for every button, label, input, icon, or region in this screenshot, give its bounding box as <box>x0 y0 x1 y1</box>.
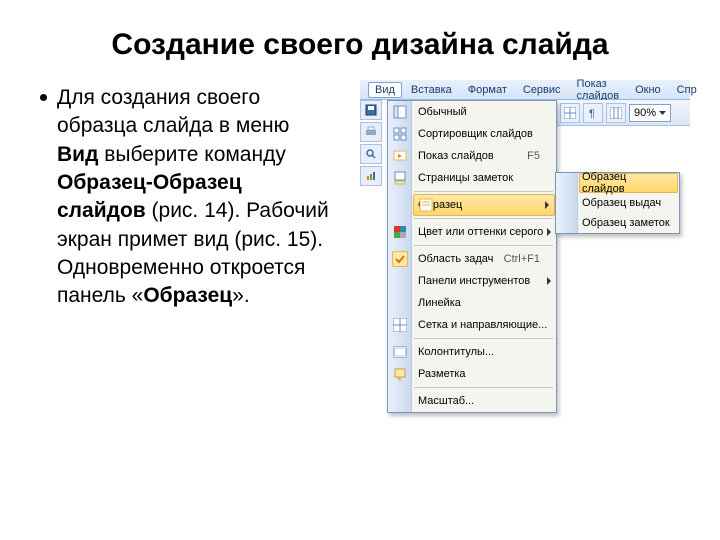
print-icon[interactable] <box>360 122 382 142</box>
menu-item[interactable]: Обычный <box>388 101 556 123</box>
menu-item[interactable]: Сортировщик слайдов <box>388 123 556 145</box>
menu-item-label: Колонтитулы... <box>418 346 494 358</box>
submenu-item-label: Образец слайдов <box>582 171 671 195</box>
submenu-item[interactable]: Образец слайдов <box>579 173 678 193</box>
headerfooter-icon <box>392 344 408 360</box>
bullet-paragraph: Для создания своего образца слайда в мен… <box>57 84 330 311</box>
submenu-item[interactable]: Образец выдач <box>556 193 679 213</box>
menu-shortcut: Ctrl+F1 <box>504 253 540 265</box>
submenu-arrow-icon <box>547 277 551 285</box>
view-menu-dropdown: Обычный Сортировщик слайдов Показ слайдов F… <box>387 100 557 413</box>
menu-item-label: Панели инструментов <box>418 275 530 287</box>
menu-item[interactable]: Колонтитулы... <box>388 341 556 363</box>
t4: ». <box>232 284 250 307</box>
menu-window[interactable]: Окно <box>628 82 668 98</box>
menu-item-label: Показ слайдов <box>418 150 494 162</box>
chevron-down-icon <box>659 111 666 115</box>
menu-item[interactable]: Масштаб... <box>388 390 556 412</box>
zoom-selector[interactable]: 90% <box>629 104 671 122</box>
submenu-item-label: Образец заметок <box>582 217 670 229</box>
taskpane-icon <box>392 251 408 267</box>
slideshow-icon <box>392 148 408 164</box>
notes-icon <box>392 170 408 186</box>
bullet-block: Для создания своего образца слайда в мен… <box>40 80 330 311</box>
outline-strip <box>360 100 386 186</box>
page-title: Создание своего дизайна слайда <box>0 0 720 80</box>
menu-item-label: Сетка и направляющие... <box>418 319 547 331</box>
color-icon <box>392 224 408 240</box>
menu-item[interactable]: Разметка <box>388 363 556 385</box>
menu-item[interactable]: Образец <box>413 194 555 216</box>
mini-toolbar: ¶ 90% <box>556 100 690 126</box>
app-screenshot: Вид Вставка Формат Сервис Показ слайдов … <box>360 80 690 380</box>
master-submenu: Образец слайдов Образец выдач Образец заме… <box>555 172 680 234</box>
menu-help[interactable]: Спр <box>670 82 704 98</box>
bullet-item: Для создания своего образца слайда в мен… <box>40 84 330 311</box>
markup-icon <box>392 366 408 382</box>
menu-item-label: Область задач <box>418 253 493 265</box>
show-hide-icon[interactable]: ¶ <box>583 103 603 123</box>
submenu-item[interactable]: Образец заметок <box>556 213 679 233</box>
normal-view-icon <box>392 104 408 120</box>
chart-icon[interactable] <box>360 166 382 186</box>
menu-item[interactable]: Область задач Ctrl+F1 <box>388 248 556 270</box>
menu-item[interactable]: Панели инструментов <box>388 270 556 292</box>
menu-item[interactable]: Линейка <box>388 292 556 314</box>
menu-item-label: Обычный <box>418 106 467 118</box>
submenu-item-label: Образец выдач <box>582 197 661 209</box>
grid-icon[interactable] <box>606 103 626 123</box>
menu-item[interactable]: Сетка и направляющие... <box>388 314 556 336</box>
t1: Для создания своего образца слайда в мен… <box>57 86 289 137</box>
sorter-icon <box>392 126 408 142</box>
menu-tools[interactable]: Сервис <box>516 82 568 98</box>
b3: Образец <box>143 284 232 307</box>
menu-item[interactable]: Показ слайдов F5 <box>388 145 556 167</box>
menu-item-label: Сортировщик слайдов <box>418 128 533 140</box>
menu-item[interactable]: Цвет или оттенки серого <box>388 221 556 243</box>
menu-item-label: Разметка <box>418 368 466 380</box>
save-icon[interactable] <box>360 100 382 120</box>
menubar: Вид Вставка Формат Сервис Показ слайдов … <box>360 80 690 100</box>
svg-text:¶: ¶ <box>589 108 595 119</box>
bullet-dot-icon <box>40 94 47 101</box>
menu-shortcut: F5 <box>527 150 540 162</box>
submenu-arrow-icon <box>545 201 549 209</box>
research-icon[interactable] <box>360 144 382 164</box>
menu-view[interactable]: Вид <box>368 82 402 98</box>
menu-insert[interactable]: Вставка <box>404 82 459 98</box>
menu-item-label: Страницы заметок <box>418 172 513 184</box>
t2: выберите команду <box>98 143 285 166</box>
grid-icon <box>392 317 408 333</box>
submenu-arrow-icon <box>547 228 551 236</box>
zoom-value: 90% <box>634 107 656 119</box>
table-icon[interactable] <box>560 103 580 123</box>
content-row: Для создания своего образца слайда в мен… <box>0 80 720 380</box>
menu-item-label: Линейка <box>418 297 461 309</box>
menu-format[interactable]: Формат <box>461 82 514 98</box>
master-icon <box>418 197 434 213</box>
menu-item[interactable]: Страницы заметок <box>388 167 556 189</box>
b1: Вид <box>57 143 98 166</box>
menu-item-label: Цвет или оттенки серого <box>418 226 543 238</box>
menu-item-label: Масштаб... <box>418 395 474 407</box>
